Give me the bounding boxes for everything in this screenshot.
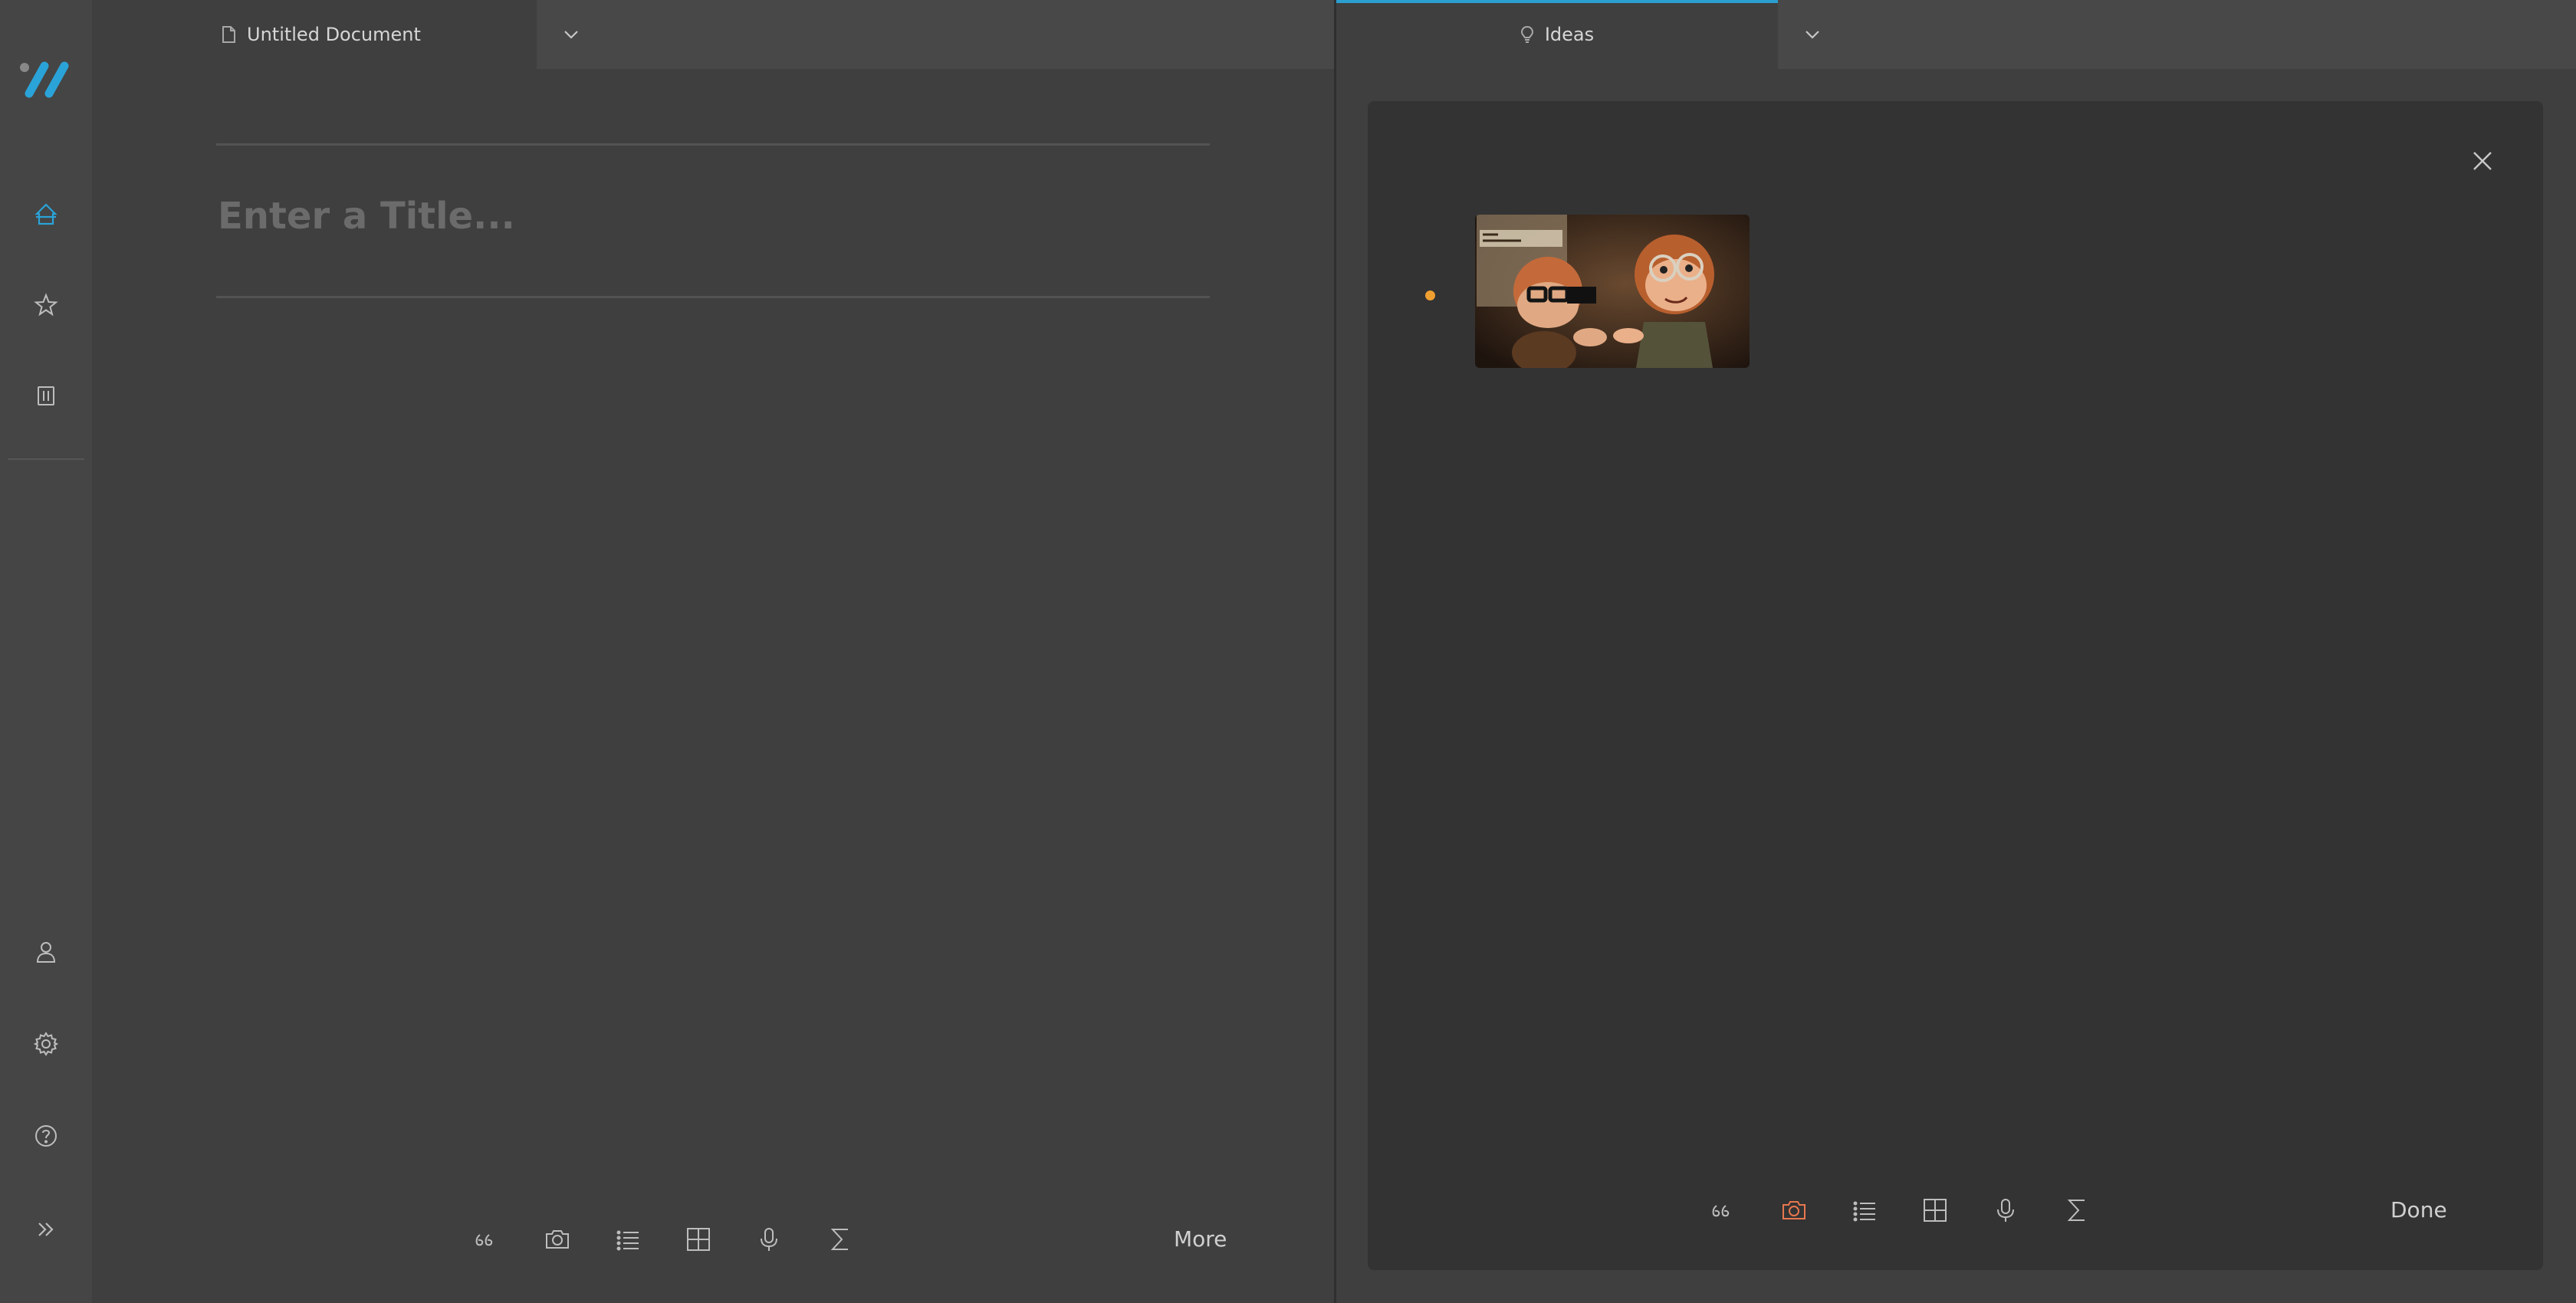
document-pane: Untitled Document Enter a Title... More <box>92 0 1334 1303</box>
sidebar-divider <box>8 458 84 460</box>
lightbulb-icon <box>1520 25 1534 44</box>
camera-icon <box>1783 1201 1806 1219</box>
quote-icon <box>1712 1205 1730 1217</box>
table-button[interactable] <box>1912 1187 1958 1233</box>
sigma-button[interactable] <box>2054 1187 2100 1233</box>
close-icon <box>2473 152 2492 170</box>
sigma-button[interactable] <box>817 1216 863 1262</box>
list-button[interactable] <box>605 1216 651 1262</box>
quote-button[interactable] <box>463 1216 509 1262</box>
star-icon[interactable] <box>28 287 64 323</box>
chevron-down-icon <box>564 31 578 39</box>
left-tab-bar: Untitled Document <box>92 0 1334 69</box>
list-icon <box>1853 1201 1875 1222</box>
user-icon[interactable] <box>28 934 64 970</box>
idea-card: Done <box>1368 101 2543 1270</box>
microphone-icon <box>1997 1199 2014 1222</box>
list-button[interactable] <box>1842 1187 1888 1233</box>
attached-photo[interactable] <box>1475 215 1750 368</box>
title-bottom-divider <box>216 296 1210 298</box>
table-button[interactable] <box>675 1216 721 1262</box>
sigma-icon <box>2067 1200 2085 1221</box>
tab-untitled-document[interactable]: Untitled Document <box>92 0 537 69</box>
camera-button[interactable] <box>534 1216 580 1262</box>
title-top-divider <box>216 143 1210 146</box>
quote-icon <box>475 1234 493 1246</box>
ideas-pane: Ideas Done <box>1336 0 2576 1303</box>
table-icon <box>687 1228 710 1251</box>
expand-icon[interactable] <box>28 1211 64 1248</box>
close-button[interactable] <box>2463 142 2502 180</box>
camera-button[interactable] <box>1771 1187 1817 1233</box>
microphone-icon <box>761 1228 777 1251</box>
tab-label: Untitled Document <box>247 24 421 45</box>
list-bullet <box>1425 290 1435 300</box>
microphone-button[interactable] <box>1983 1187 2029 1233</box>
chevron-down-icon <box>1806 31 1819 39</box>
more-button[interactable]: More <box>1174 1226 1227 1252</box>
home-icon[interactable] <box>28 196 64 233</box>
trash-icon[interactable] <box>28 377 64 414</box>
right-tab-dropdown[interactable] <box>1778 0 1847 69</box>
left-tab-dropdown[interactable] <box>537 0 606 69</box>
sigma-icon <box>830 1229 848 1250</box>
list-icon <box>616 1230 639 1251</box>
sidebar <box>0 0 92 1303</box>
help-icon[interactable] <box>28 1118 64 1154</box>
done-button[interactable]: Done <box>2390 1197 2447 1223</box>
tab-label: Ideas <box>1544 24 1595 45</box>
active-tab-indicator <box>1336 0 1778 3</box>
table-icon <box>1924 1199 1947 1222</box>
quote-button[interactable] <box>1700 1187 1746 1233</box>
camera-icon <box>546 1230 569 1249</box>
logo[interactable] <box>18 55 77 98</box>
title-input[interactable] <box>216 189 1208 244</box>
tab-ideas[interactable]: Ideas <box>1336 0 1778 69</box>
right-tab-bar: Ideas <box>1336 0 2576 69</box>
microphone-button[interactable] <box>746 1216 792 1262</box>
document-icon <box>221 25 236 44</box>
gear-icon[interactable] <box>28 1026 64 1062</box>
